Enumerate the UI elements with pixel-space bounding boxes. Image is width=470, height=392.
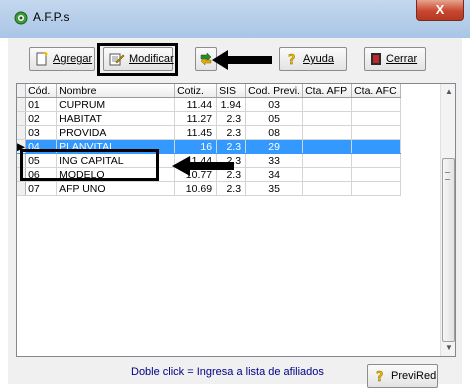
row-selector-header — [17, 84, 27, 98]
cell-cta-afc — [351, 181, 402, 196]
cell-cta-afc — [351, 167, 402, 182]
ayuda-label: Ayuda — [303, 53, 334, 65]
row-selector[interactable] — [17, 97, 27, 112]
cell-cotiz: 11.44 — [174, 97, 218, 112]
table-row[interactable]: 02 HABITAT 11.27 2.3 05 — [17, 111, 402, 126]
cell-cotiz: 11.45 — [174, 125, 218, 140]
table-row[interactable]: 07 AFP UNO 10.69 2.3 35 — [17, 181, 402, 196]
cell-nombre: HABITAT — [56, 111, 176, 126]
arrow-pointer-annotation — [212, 50, 272, 70]
cell-cotiz: 10.69 — [174, 181, 218, 196]
cell-cod-previ: 33 — [245, 153, 304, 168]
scroll-up-arrow-icon[interactable]: ▲ — [441, 84, 455, 100]
help-question-icon: ? — [376, 370, 384, 383]
table-row[interactable]: 01 CUPRUM 11.44 1.94 03 — [17, 97, 402, 112]
cell-cod-previ: 35 — [245, 181, 304, 196]
header-nombre[interactable]: Nombre — [56, 84, 176, 98]
cell-cod-previ: 08 — [245, 125, 304, 140]
modificar-label: Modificar — [129, 53, 174, 65]
cell-cod-previ: 34 — [245, 167, 304, 182]
cell-cta-afp — [302, 125, 353, 140]
agregar-label: Agregar — [53, 53, 93, 65]
row-selector[interactable] — [17, 125, 27, 140]
cell-cod: 02 — [25, 111, 58, 126]
cell-cod: 01 — [25, 97, 58, 112]
add-document-icon — [36, 52, 48, 66]
cell-cod: 07 — [25, 181, 58, 196]
vertical-scrollbar[interactable]: ▲ ▼ — [440, 84, 455, 356]
cell-cod-previ: 29 — [245, 139, 304, 154]
table-row[interactable]: 03 PROVIDA 11.45 2.3 08 — [17, 125, 402, 140]
scrollbar-grip-icon — [445, 172, 450, 180]
scrollbar-thumb[interactable] — [442, 158, 455, 342]
cell-sis: 2.3 — [216, 111, 247, 126]
agregar-button[interactable]: Agregar — [29, 47, 95, 71]
cell-cotiz: 16 — [174, 139, 218, 154]
cell-cta-afc — [351, 139, 402, 154]
cell-cta-afc — [351, 97, 402, 112]
close-window-button[interactable]: X — [416, 0, 464, 21]
edit-document-icon — [109, 53, 125, 66]
cell-nombre: CUPRUM — [56, 97, 176, 112]
cell-cta-afp — [302, 111, 353, 126]
cell-sis: 2.3 — [216, 139, 247, 154]
cerrar-label: Cerrar — [386, 53, 418, 65]
cell-cta-afc — [351, 125, 402, 140]
row-selector[interactable] — [17, 181, 27, 196]
cell-cod: 03 — [25, 125, 58, 140]
previred-button[interactable]: ? PreviRed — [367, 364, 438, 388]
previred-label: PreviRed — [391, 370, 437, 382]
row-selector[interactable] — [17, 111, 27, 126]
header-cod-previ[interactable]: Cod. Previ. — [245, 84, 304, 98]
cell-cta-afp — [302, 97, 353, 112]
header-cta-afc[interactable]: Cta. AFC — [351, 84, 402, 98]
cell-nombre: PROVIDA — [56, 125, 176, 140]
ayuda-button[interactable]: ? Ayuda — [279, 47, 347, 71]
cell-cotiz: 11.27 — [174, 111, 218, 126]
cell-sis: 2.3 — [216, 125, 247, 140]
refresh-icon — [200, 52, 212, 66]
cell-cta-afc — [351, 153, 402, 168]
scroll-down-arrow-icon[interactable]: ▼ — [441, 340, 455, 356]
cell-sis: 1.94 — [216, 97, 247, 112]
annotation-box-selected-row — [20, 149, 159, 181]
cell-sis: 2.3 — [216, 181, 247, 196]
cell-cod-previ: 03 — [245, 97, 304, 112]
double-click-hint: Doble click = Ingresa a lista de afiliad… — [131, 366, 324, 378]
header-cta-afp[interactable]: Cta. AFP — [302, 84, 353, 98]
cell-cta-afp — [302, 167, 353, 182]
afp-app-icon — [14, 11, 28, 25]
svg-text:?: ? — [288, 53, 296, 66]
afp-grid[interactable]: Cód. Nombre Cotiz. SIS Cod. Previ. Cta. … — [16, 83, 456, 357]
cell-cta-afp — [302, 139, 353, 154]
header-sis[interactable]: SIS — [216, 84, 247, 98]
close-door-icon — [371, 53, 381, 65]
cell-cta-afp — [302, 153, 353, 168]
help-question-icon: ? — [288, 53, 296, 66]
window-title: A.F.P.s — [33, 10, 70, 24]
cell-nombre: AFP UNO — [56, 181, 176, 196]
grid-header-row: Cód. Nombre Cotiz. SIS Cod. Previ. Cta. … — [17, 84, 402, 98]
header-cod[interactable]: Cód. — [25, 84, 58, 98]
modificar-button[interactable]: Modificar — [103, 47, 174, 71]
arrow-pointer-annotation — [172, 156, 234, 176]
svg-text:?: ? — [376, 370, 384, 383]
window-titlebar: A.F.P.s X — [0, 0, 470, 38]
cerrar-button[interactable]: Cerrar — [364, 47, 426, 71]
cell-cod-previ: 05 — [245, 111, 304, 126]
header-cotiz[interactable]: Cotiz. — [174, 84, 218, 98]
cell-cta-afc — [351, 111, 402, 126]
cell-cta-afp — [302, 181, 353, 196]
